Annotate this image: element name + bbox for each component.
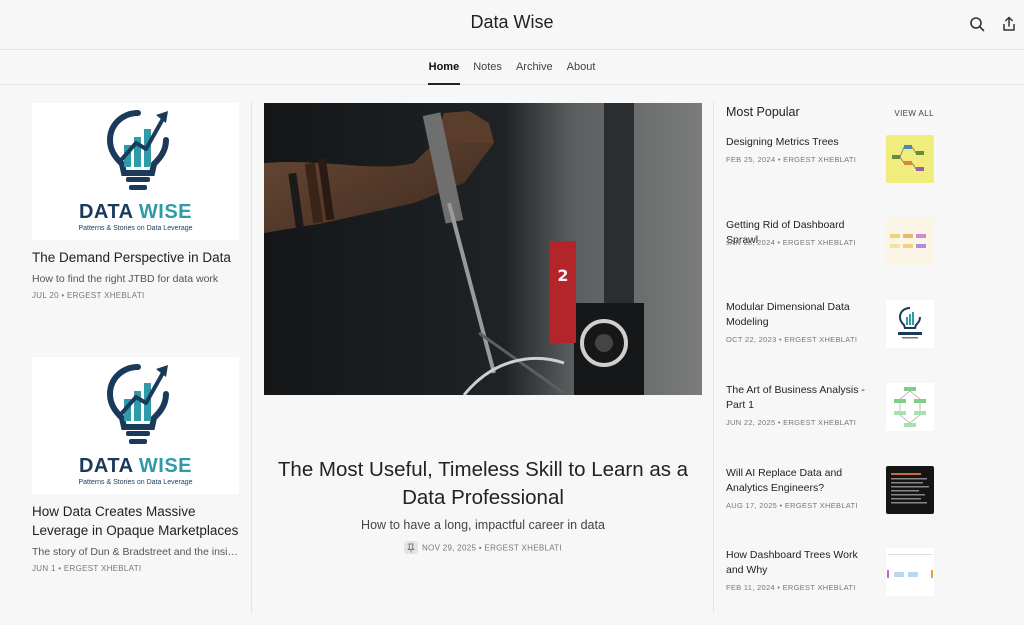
popular-item-thumbnail[interactable]: [886, 135, 934, 183]
logo-wordmark: DATA WISE: [78, 201, 193, 223]
popular-item-thumbnail[interactable]: [886, 383, 934, 431]
post-card[interactable]: DATA WISE Patterns & Stories on Data Lev…: [32, 357, 239, 573]
post-meta: JUN 1 • ERGEST XHEBLATI: [32, 564, 142, 573]
logo-wordmark: DATA WISE: [78, 455, 193, 477]
tab-about[interactable]: About: [566, 50, 597, 85]
column-divider-right: [713, 101, 714, 613]
popular-item-thumbnail[interactable]: [886, 218, 934, 266]
popular-item-meta: JAN 28, 2024 • ERGEST XHEBLATI: [726, 238, 856, 247]
top-bar: Data Wise: [0, 0, 1024, 50]
share-icon[interactable]: [998, 13, 1020, 35]
post-subtitle: The story of Dun & Bradstreet and the in…: [32, 546, 239, 558]
popular-item-title[interactable]: Will AI Replace Data and Analytics Engin…: [726, 466, 878, 496]
popular-item-thumbnail[interactable]: [886, 466, 934, 514]
tab-archive[interactable]: Archive: [515, 50, 554, 85]
tab-notes[interactable]: Notes: [472, 50, 503, 85]
post-title[interactable]: The Demand Perspective in Data: [32, 248, 239, 267]
popular-item-thumbnail[interactable]: [886, 300, 934, 348]
main-nav: Home Notes Archive About: [0, 50, 1024, 85]
post-thumbnail[interactable]: DATA WISE Patterns & Stories on Data Lev…: [32, 103, 239, 240]
popular-item-title[interactable]: Modular Dimensional Data Modeling: [726, 300, 878, 330]
featured-subtitle: How to have a long, impactful career in …: [361, 518, 605, 532]
view-all-link[interactable]: VIEW ALL: [882, 109, 934, 118]
popular-item-title[interactable]: The Art of Business Analysis - Part 1: [726, 383, 878, 413]
hero-number-label: 2: [557, 266, 568, 285]
post-meta: JUL 20 • ERGEST XHEBLATI: [32, 291, 145, 300]
popular-item-thumbnail[interactable]: [886, 548, 934, 596]
logo-tagline: Patterns & Stories on Data Leverage: [78, 479, 193, 486]
popular-item-meta: AUG 17, 2025 • ERGEST XHEBLATI: [726, 501, 858, 510]
popular-item[interactable]: The Art of Business Analysis - Part 1 JU…: [726, 383, 934, 443]
featured-image[interactable]: 2: [264, 103, 702, 395]
popular-item[interactable]: How Dashboard Trees Work and Why FEB 11,…: [726, 548, 934, 608]
popular-item[interactable]: Modular Dimensional Data Modeling OCT 22…: [726, 300, 934, 360]
bulb-chart-logo-icon: [106, 364, 169, 444]
popular-item-title[interactable]: Designing Metrics Trees: [726, 135, 878, 150]
featured-title[interactable]: The Most Useful, Timeless Skill to Learn…: [264, 456, 702, 512]
popular-item-meta: JUN 22, 2025 • ERGEST XHEBLATI: [726, 418, 857, 427]
post-subtitle: How to find the right JTBD for data work: [32, 273, 219, 285]
popular-item-meta: FEB 11, 2024 • ERGEST XHEBLATI: [726, 583, 856, 592]
post-title[interactable]: How Data Creates Massive Leverage in Opa…: [32, 502, 239, 540]
popular-item-meta: OCT 22, 2023 • ERGEST XHEBLATI: [726, 335, 858, 344]
site-title[interactable]: Data Wise: [0, 12, 1024, 33]
logo-tagline: Patterns & Stories on Data Leverage: [78, 225, 193, 232]
pin-icon: [403, 541, 418, 554]
post-thumbnail[interactable]: DATA WISE Patterns & Stories on Data Lev…: [32, 357, 239, 494]
search-icon[interactable]: [966, 13, 988, 35]
tab-home[interactable]: Home: [427, 50, 461, 85]
popular-item[interactable]: Will AI Replace Data and Analytics Engin…: [726, 466, 934, 526]
post-card[interactable]: DATA WISE Patterns & Stories on Data Lev…: [32, 103, 239, 300]
column-divider-left: [251, 101, 252, 613]
popular-item-title[interactable]: How Dashboard Trees Work and Why: [726, 548, 878, 578]
featured-meta: NOV 29, 2025 • ERGEST XHEBLATI: [264, 541, 702, 555]
popular-item[interactable]: Designing Metrics Trees FEB 25, 2024 • E…: [726, 135, 934, 195]
popular-item[interactable]: Getting Rid of Dashboard Sprawl JAN 28, …: [726, 218, 934, 278]
popular-item-meta: FEB 25, 2024 • ERGEST XHEBLATI: [726, 155, 857, 164]
bulb-chart-logo-icon: [106, 110, 169, 190]
most-popular-heading: Most Popular: [726, 105, 800, 119]
